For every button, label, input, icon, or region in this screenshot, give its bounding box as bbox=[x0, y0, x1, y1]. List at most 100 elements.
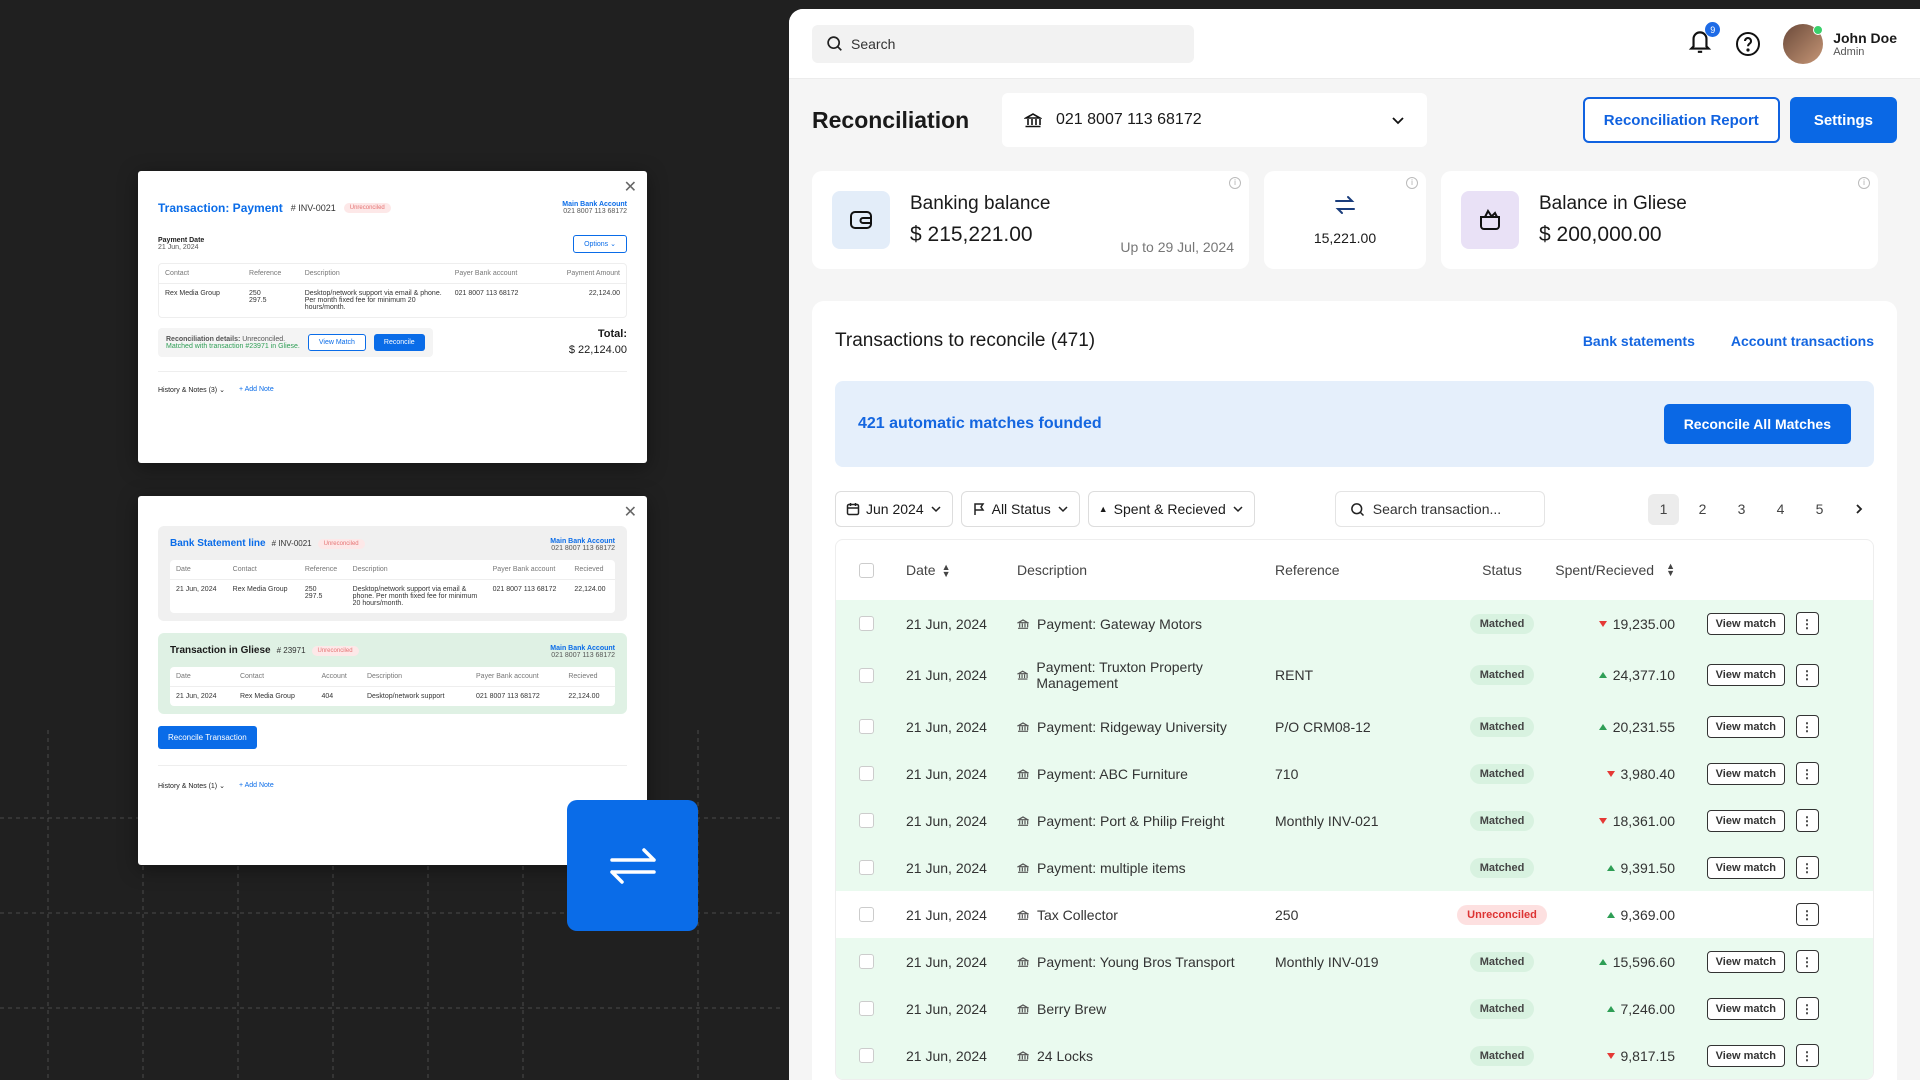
view-match-button[interactable]: View match bbox=[1706, 762, 1785, 785]
row-checkbox[interactable] bbox=[859, 766, 874, 781]
row-checkbox[interactable] bbox=[859, 907, 874, 922]
amount-column-header[interactable]: Spent/Recieved ▲ ▼ bbox=[1555, 562, 1675, 579]
close-icon[interactable]: ✕ bbox=[624, 177, 637, 197]
reconciliation-report-button[interactable]: Reconciliation Report bbox=[1582, 97, 1780, 143]
row-description: 24 Locks bbox=[1037, 1047, 1094, 1064]
view-match-button[interactable]: View match bbox=[1706, 997, 1785, 1020]
select-all-checkbox[interactable] bbox=[859, 562, 874, 578]
row-checkbox[interactable] bbox=[859, 1001, 874, 1016]
page-4[interactable]: 4 bbox=[1765, 494, 1796, 525]
row-date: 21 Jun, 2024 bbox=[906, 667, 987, 683]
transaction-payment-card: ✕ Transaction: Payment # INV-0021 Unreco… bbox=[138, 171, 647, 463]
date-filter[interactable]: Jun 2024 bbox=[835, 491, 953, 527]
table-row[interactable]: 21 Jun, 2024 Payment: Port & Philip Freig… bbox=[836, 797, 1873, 844]
help-icon[interactable] bbox=[1735, 31, 1761, 57]
statement-table: Date Contact Reference Description Payer Ban… bbox=[170, 560, 615, 613]
add-note-link[interactable]: + Add Note bbox=[239, 782, 274, 790]
row-date: 21 Jun, 2024 bbox=[906, 1047, 987, 1064]
row-checkbox[interactable] bbox=[859, 719, 874, 734]
more-options-icon[interactable]: ⋮ bbox=[1795, 903, 1819, 926]
reconcile-button[interactable]: Reconcile bbox=[373, 334, 425, 351]
user-menu[interactable]: John Doe Admin bbox=[1783, 23, 1897, 64]
more-options-icon[interactable]: ⋮ bbox=[1795, 950, 1819, 973]
swap-arrows-icon bbox=[567, 800, 698, 931]
payment-date-label: Payment Date bbox=[158, 237, 205, 244]
notifications-button[interactable]: 9 bbox=[1687, 22, 1721, 60]
bank-statements-link[interactable]: Bank statements bbox=[1583, 333, 1695, 349]
page-5[interactable]: 5 bbox=[1804, 494, 1835, 525]
info-icon[interactable]: i bbox=[1406, 177, 1418, 189]
arrow-up-icon bbox=[1606, 864, 1615, 871]
bank-icon bbox=[1017, 768, 1029, 779]
view-match-button[interactable]: View match bbox=[1706, 715, 1785, 738]
view-match-button[interactable]: View Match bbox=[307, 334, 366, 351]
table-row[interactable]: 21 Jun, 2024 Payment: Ridgeway University… bbox=[836, 703, 1873, 750]
total-label: Total: bbox=[597, 328, 627, 340]
reconcile-transaction-button[interactable]: Reconcile Transaction bbox=[158, 726, 257, 749]
table-row[interactable]: 21 Jun, 2024 Payment: ABC Furniture 710 Mat… bbox=[836, 750, 1873, 797]
row-date: 21 Jun, 2024 bbox=[906, 859, 987, 876]
account-transactions-link[interactable]: Account transactions bbox=[1731, 333, 1874, 349]
date-column-header[interactable]: Date ▲ ▼ bbox=[889, 562, 1017, 579]
more-options-icon[interactable]: ⋮ bbox=[1795, 809, 1819, 832]
row-description: Payment: Ridgeway University bbox=[1037, 718, 1227, 735]
auto-match-banner: 421 automatic matches founded Reconcile … bbox=[835, 381, 1874, 467]
status-badge: Matched bbox=[1469, 998, 1535, 1019]
info-icon[interactable]: i bbox=[1229, 177, 1241, 189]
row-checkbox[interactable] bbox=[859, 813, 874, 828]
view-match-button[interactable]: View match bbox=[1706, 856, 1785, 879]
row-amount: 20,231.55 bbox=[1612, 718, 1675, 735]
history-notes-toggle[interactable]: History & Notes (3) ⌄ bbox=[158, 386, 225, 394]
row-checkbox[interactable] bbox=[859, 616, 874, 631]
table-row[interactable]: 21 Jun, 2024 24 Locks Matched 9,817.15 View … bbox=[836, 1032, 1873, 1079]
arrow-up-icon bbox=[1606, 1005, 1615, 1012]
view-match-button[interactable]: View match bbox=[1706, 612, 1785, 635]
options-button[interactable]: Options ⌄ bbox=[573, 235, 627, 253]
page-2[interactable]: 2 bbox=[1687, 494, 1718, 525]
arrow-down-icon bbox=[1598, 817, 1607, 824]
more-options-icon[interactable]: ⋮ bbox=[1795, 612, 1819, 635]
add-note-link[interactable]: + Add Note bbox=[239, 386, 274, 394]
account-select[interactable]: 021 8007 113 68172 bbox=[1002, 93, 1427, 147]
row-checkbox[interactable] bbox=[859, 954, 874, 969]
chevron-down-icon bbox=[1392, 117, 1404, 125]
status-filter[interactable]: All Status bbox=[960, 491, 1080, 527]
type-filter[interactable]: ▲ Spent & Recieved bbox=[1087, 491, 1255, 527]
bank-account-label: Main Bank Account 021 8007 113 68172 bbox=[562, 201, 627, 215]
close-icon[interactable]: ✕ bbox=[624, 502, 637, 522]
view-match-button[interactable]: View match bbox=[1706, 664, 1785, 686]
more-options-icon[interactable]: ⋮ bbox=[1795, 715, 1819, 738]
transactions-panel: Transactions to reconcile (471) Bank sta… bbox=[812, 301, 1897, 1080]
table-row[interactable]: 21 Jun, 2024 Payment: multiple items Match… bbox=[836, 844, 1873, 891]
info-icon[interactable]: i bbox=[1858, 177, 1870, 189]
table-row[interactable]: 21 Jun, 2024 Payment: Truxton Property Ma… bbox=[836, 647, 1873, 703]
row-reference: Monthly INV-019 bbox=[1275, 953, 1379, 970]
next-page-button[interactable] bbox=[1843, 494, 1874, 525]
flag-icon bbox=[973, 503, 985, 515]
status-badge: Matched bbox=[1469, 613, 1535, 634]
page-3[interactable]: 3 bbox=[1726, 494, 1757, 525]
more-options-icon[interactable]: ⋮ bbox=[1795, 997, 1819, 1020]
bank-icon bbox=[1017, 815, 1029, 826]
table-row[interactable]: 21 Jun, 2024 Berry Brew Matched 7,246.00 Vie… bbox=[836, 985, 1873, 1032]
row-checkbox[interactable] bbox=[859, 860, 874, 875]
more-options-icon[interactable]: ⋮ bbox=[1795, 663, 1819, 687]
row-date: 21 Jun, 2024 bbox=[906, 765, 987, 782]
table-row[interactable]: 21 Jun, 2024 Payment: Gateway Motors Match… bbox=[836, 600, 1873, 647]
transaction-search-input[interactable]: Search transaction... bbox=[1334, 491, 1545, 527]
more-options-icon[interactable]: ⋮ bbox=[1795, 1044, 1819, 1067]
view-match-button[interactable]: View match bbox=[1706, 1044, 1785, 1067]
view-match-button[interactable]: View match bbox=[1706, 809, 1785, 832]
more-options-icon[interactable]: ⋮ bbox=[1795, 762, 1819, 785]
row-checkbox[interactable] bbox=[859, 667, 874, 683]
search-input[interactable]: Search bbox=[812, 24, 1194, 63]
settings-button[interactable]: Settings bbox=[1789, 97, 1897, 143]
table-row[interactable]: 21 Jun, 2024 Payment: Young Bros Transpor… bbox=[836, 938, 1873, 985]
history-notes-toggle[interactable]: History & Notes (1) ⌄ bbox=[158, 782, 225, 790]
table-row[interactable]: 21 Jun, 2024 Tax Collector 250 Unreconciled… bbox=[836, 891, 1873, 938]
more-options-icon[interactable]: ⋮ bbox=[1795, 856, 1819, 879]
page-1[interactable]: 1 bbox=[1648, 493, 1679, 525]
row-checkbox[interactable] bbox=[859, 1048, 874, 1063]
view-match-button[interactable]: View match bbox=[1706, 950, 1785, 973]
reconcile-all-button[interactable]: Reconcile All Matches bbox=[1663, 404, 1851, 444]
